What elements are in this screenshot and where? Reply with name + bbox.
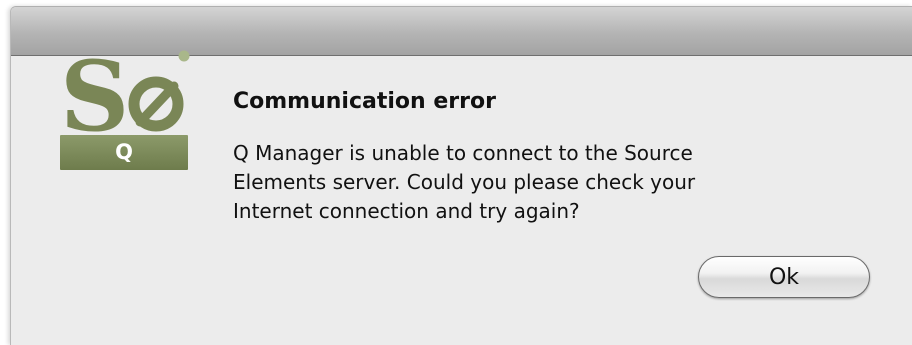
ok-button[interactable]: Ok <box>698 256 870 298</box>
svg-text:S: S <box>60 48 129 138</box>
dialog-message-line: Elements server. Could you please check … <box>233 170 696 194</box>
dialog-message-line: Q Manager is unable to connect to the So… <box>233 141 693 165</box>
se-logo-glyph-icon: S <box>60 48 190 138</box>
dialog-title: Communication error <box>233 89 496 114</box>
dialog-message: Q Manager is unable to connect to the So… <box>233 139 833 226</box>
dialog-message-line: Internet connection and try again? <box>233 199 580 223</box>
source-elements-logo-icon: S Q <box>60 48 190 170</box>
logo-badge: Q <box>60 135 188 170</box>
logo-badge-letter: Q <box>115 140 133 164</box>
